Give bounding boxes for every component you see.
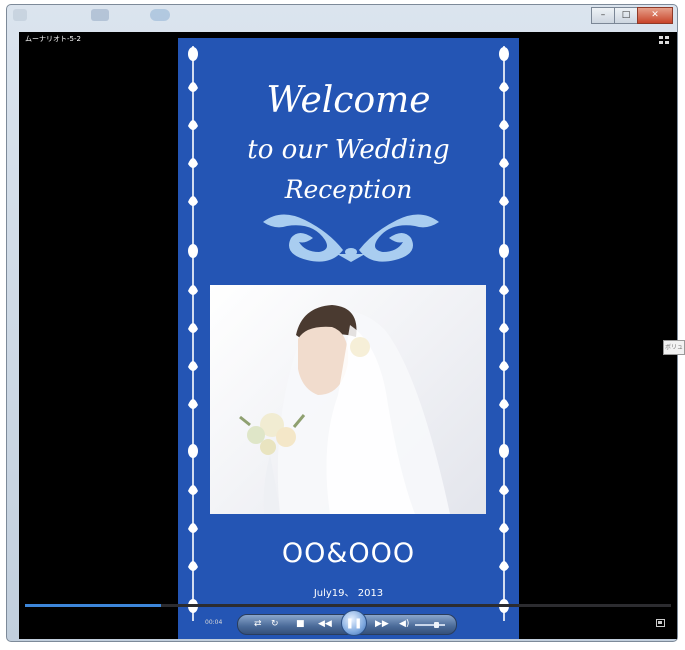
- minimize-button[interactable]: –: [591, 7, 615, 24]
- shuffle-icon[interactable]: ⇄: [254, 619, 262, 630]
- volume-tooltip: ボリュ: [663, 340, 685, 355]
- title-bar[interactable]: – □ ✕: [7, 5, 677, 27]
- volume-slider[interactable]: [415, 622, 445, 628]
- close-button[interactable]: ✕: [637, 7, 673, 24]
- view-grid-icon[interactable]: [659, 36, 669, 45]
- elapsed-time: 00:04: [205, 619, 223, 626]
- welcome-heading: Welcome: [266, 80, 431, 121]
- pause-button[interactable]: ❚❚: [341, 610, 367, 636]
- welcome-subheading: to our Wedding: [247, 135, 450, 165]
- playback-controls: 00:04 ⇄ ↻ ■ ◀◀ ❚❚ ▶▶ ◀): [19, 609, 677, 639]
- stop-icon[interactable]: ■: [296, 619, 305, 630]
- seek-bar[interactable]: [25, 604, 671, 607]
- couple-names: OO&OOO: [281, 538, 416, 569]
- volume-slider-thumb[interactable]: [434, 622, 439, 628]
- wedding-date: July19、 2013: [313, 588, 384, 599]
- app-icon: [13, 9, 27, 21]
- floral-border-right: [499, 46, 509, 621]
- welcome-subheading-2: Reception: [284, 175, 413, 204]
- wedding-welcome-poster: Welcome to our Wedding Reception OO&OOO …: [178, 38, 519, 639]
- seek-progress: [25, 604, 161, 607]
- toolbar-shortcut-icon[interactable]: [150, 9, 170, 21]
- media-player-window: – □ ✕ ムーナリオト-5-2 Welcome to our Wedding …: [6, 4, 685, 642]
- maximize-button[interactable]: □: [614, 7, 638, 24]
- video-display[interactable]: ムーナリオト-5-2 Welcome to our Wedding Recept…: [19, 32, 685, 639]
- scroll-ornament: [263, 214, 439, 262]
- transport-bar: ⇄ ↻ ■ ◀◀ ❚❚ ▶▶ ◀): [237, 610, 457, 636]
- next-icon[interactable]: ▶▶: [375, 619, 389, 630]
- window-controls: – □ ✕: [591, 7, 673, 24]
- speaker-icon[interactable]: ◀): [399, 619, 409, 630]
- now-playing-title: ムーナリオト-5-2: [25, 35, 81, 43]
- toolbar-shortcut-icon[interactable]: [91, 9, 109, 21]
- floral-border-left: [188, 46, 198, 621]
- switch-to-library-icon[interactable]: [656, 619, 665, 627]
- bride-photo: [210, 285, 486, 514]
- previous-icon[interactable]: ◀◀: [318, 619, 332, 630]
- repeat-icon[interactable]: ↻: [271, 619, 279, 630]
